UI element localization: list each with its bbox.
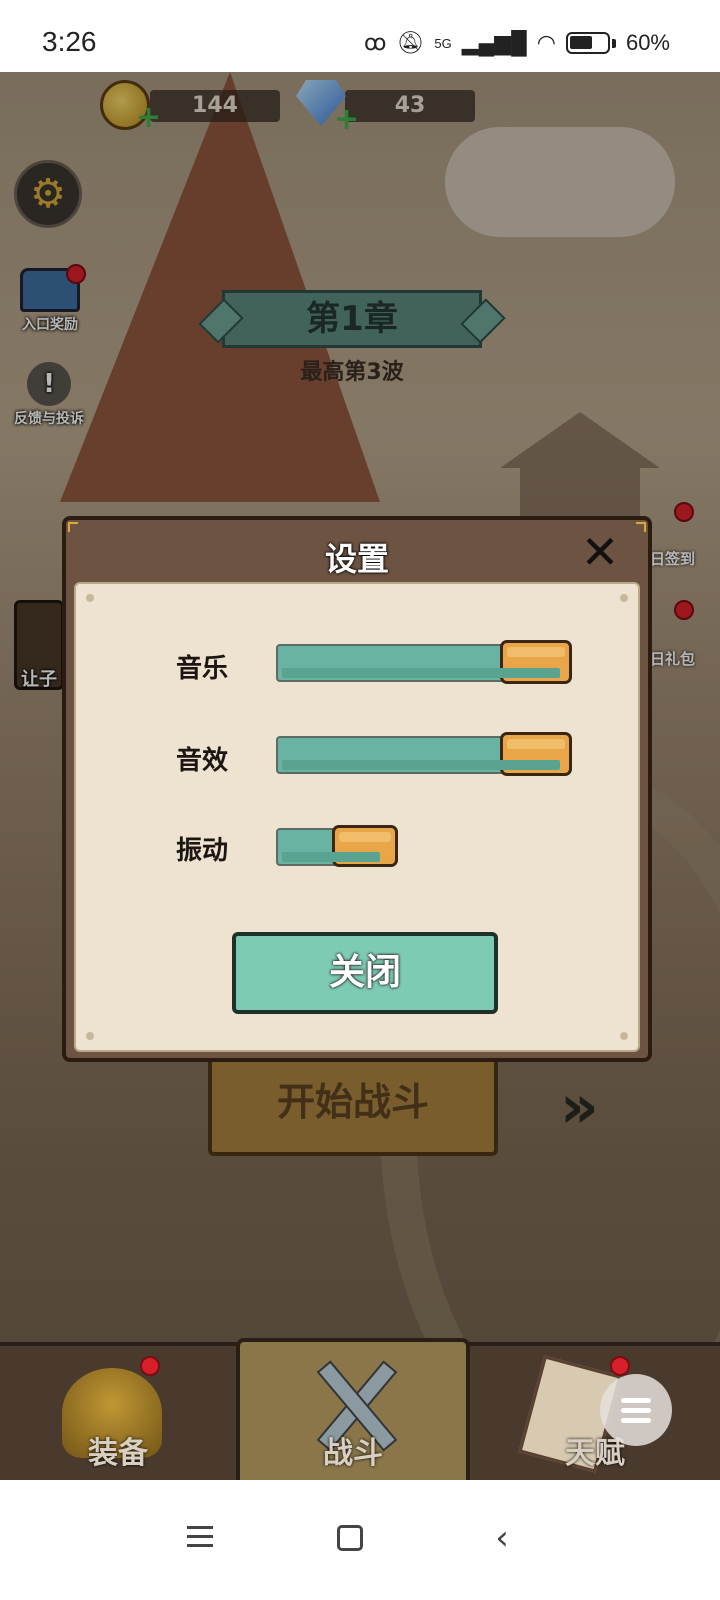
settings-dialog: 设置 ✕ 音乐 音效 振动 关闭 — [62, 516, 652, 1062]
network-type: 5G — [434, 35, 452, 51]
dialog-title: 设置 — [324, 540, 389, 578]
notification-dot — [140, 1356, 160, 1376]
vibration-label: 振动 — [176, 836, 229, 866]
home-button[interactable] — [330, 1518, 370, 1558]
earbuds-icon: ꝏ — [364, 30, 387, 55]
corner-dot — [86, 1032, 94, 1040]
music-label: 音乐 — [176, 654, 229, 684]
dialog-body: 音乐 音效 振动 关闭 — [74, 582, 640, 1052]
nav-equipment[interactable]: 装备 — [0, 1346, 236, 1486]
menu-icon-line — [621, 1417, 651, 1423]
sfx-slider[interactable] — [276, 732, 572, 776]
nav-talent[interactable]: 天赋 — [470, 1346, 720, 1486]
battery-percent: 60% — [625, 30, 670, 55]
signal-icon: ▂▄▆█ — [461, 30, 527, 55]
nav-battle-label: 战斗 — [323, 1436, 383, 1471]
back-button[interactable]: ‹ — [482, 1518, 522, 1558]
mute-icon: 🔕︎ — [396, 30, 425, 55]
corner-ornament — [68, 522, 78, 532]
music-slider[interactable] — [276, 640, 572, 684]
vibration-toggle[interactable] — [276, 825, 398, 867]
corner-dot — [620, 1032, 628, 1040]
music-slider-knob[interactable] — [500, 640, 572, 684]
battery-tip — [611, 38, 616, 48]
wifi-icon: ◠ — [536, 30, 556, 55]
menu-icon — [180, 1518, 220, 1547]
floating-menu-button[interactable] — [600, 1374, 672, 1446]
sfx-label: 音效 — [176, 746, 229, 776]
status-bar: 3:26 ꝏ 🔕︎ 5G ▂▄▆█ ◠ 60% — [0, 0, 720, 72]
system-nav-bar: ‹ — [0, 1480, 720, 1600]
corner-dot — [86, 594, 94, 602]
corner-dot — [620, 594, 628, 602]
recent-apps-button[interactable] — [180, 1518, 220, 1558]
close-button[interactable]: 关闭 — [232, 932, 498, 1014]
back-icon: ‹ — [495, 1518, 509, 1558]
status-icons: ꝏ 🔕︎ 5G ▂▄▆█ ◠ 60% — [364, 30, 670, 56]
nav-equipment-label: 装备 — [88, 1436, 148, 1471]
nav-battle[interactable]: 战斗 — [236, 1338, 470, 1486]
vibration-toggle-knob[interactable] — [332, 825, 398, 867]
status-time: 3:26 — [42, 26, 97, 57]
sfx-slider-knob[interactable] — [500, 732, 572, 776]
menu-icon-line — [621, 1407, 651, 1413]
corner-ornament — [636, 522, 646, 532]
battery-icon — [565, 32, 610, 54]
notification-dot — [610, 1356, 630, 1376]
nav-talent-label: 天赋 — [565, 1436, 625, 1471]
close-icon[interactable]: ✕ — [578, 529, 622, 576]
menu-icon-line — [621, 1397, 651, 1403]
home-icon — [337, 1525, 363, 1551]
